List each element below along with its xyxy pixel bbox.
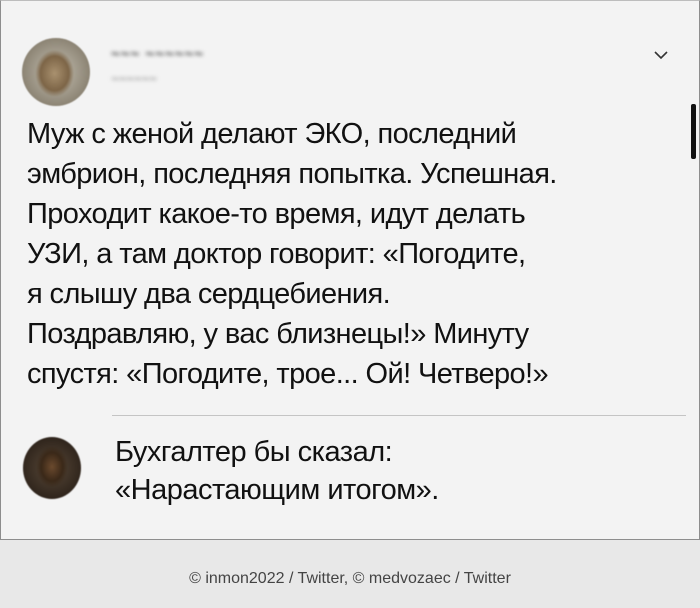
tweet-text-line: я слышу два сердцебиения. — [27, 278, 391, 310]
reply-text-line: Бухгалтер бы сказал: — [115, 436, 393, 468]
tweet-text: Муж с женой делают ЭКО, последний эмбрио… — [27, 114, 682, 394]
tweet-text-line: Поздравляю, у вас близнецы!» Минуту — [27, 318, 529, 350]
tweet-text-line: спустя: «Погодите, трое... Ой! Четверо!» — [27, 358, 549, 390]
reply-text: Бухгалтер бы сказал: «Нарастающим итогом… — [115, 433, 439, 509]
author-avatar[interactable] — [22, 38, 90, 106]
divider — [112, 415, 686, 416]
tweet-text-line: эмбрион, последняя попытка. Успешная. — [27, 158, 557, 190]
tweet-card: ~~~ ~~~~~~ ~~~~~~ Муж с женой делают ЭКО… — [0, 0, 700, 540]
tweet-text-line: Муж с женой делают ЭКО, последний — [27, 118, 517, 150]
author-handle[interactable]: ~~~~~~ — [111, 71, 157, 86]
scroll-indicator[interactable] — [691, 104, 696, 159]
tweet-text-line: Проходит какое-то время, идут делать — [27, 198, 526, 230]
image-credit-caption: © inmon2022 / Twitter, © medvozaec / Twi… — [189, 570, 511, 587]
tweet-text-line: УЗИ, а там доктор говорит: «Погодите, — [27, 238, 526, 270]
reply-avatar[interactable] — [23, 437, 81, 499]
author-name[interactable]: ~~~ ~~~~~~ — [111, 46, 204, 63]
chevron-down-icon[interactable] — [653, 49, 669, 61]
reply-text-line: «Нарастающим итогом». — [115, 474, 439, 506]
